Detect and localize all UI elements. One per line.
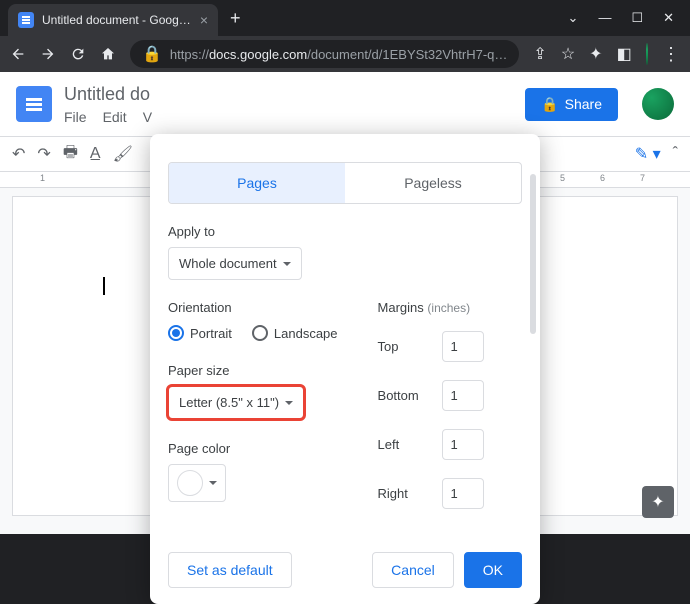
margin-left-label: Left bbox=[378, 437, 432, 452]
tab-pageless[interactable]: Pageless bbox=[345, 163, 521, 203]
window-close-icon[interactable]: ✕ bbox=[663, 10, 674, 26]
docs-favicon bbox=[18, 12, 34, 28]
window-dropdown-icon[interactable]: ⌄ bbox=[568, 10, 579, 26]
margin-bottom-label: Bottom bbox=[378, 388, 432, 403]
menu-file[interactable]: File bbox=[64, 109, 87, 125]
margin-bottom-input[interactable] bbox=[442, 380, 484, 411]
radio-portrait-label: Portrait bbox=[190, 326, 232, 341]
margins-label: Margins (inches) bbox=[378, 300, 522, 315]
document-title[interactable]: Untitled do bbox=[64, 84, 152, 105]
paint-format-icon[interactable]: 🖌 bbox=[113, 144, 133, 164]
ruler-mark: 1 bbox=[40, 173, 45, 183]
window-minimize-icon[interactable]: — bbox=[598, 10, 611, 26]
radio-unchecked-icon bbox=[252, 325, 268, 341]
tab-pages[interactable]: Pages bbox=[169, 163, 345, 203]
ok-button[interactable]: OK bbox=[464, 552, 522, 588]
text-cursor bbox=[103, 277, 105, 295]
docs-menubar: File Edit V bbox=[64, 109, 152, 125]
spellcheck-icon[interactable]: A̲ bbox=[90, 145, 101, 163]
bookmark-icon[interactable]: ☆ bbox=[561, 44, 575, 64]
margin-right-label: Right bbox=[378, 486, 432, 501]
tab-close-icon[interactable]: × bbox=[200, 12, 208, 28]
dialog-tabs: Pages Pageless bbox=[168, 162, 522, 204]
dialog-scrollbar[interactable] bbox=[530, 174, 536, 334]
redo-icon[interactable]: ↷ bbox=[37, 144, 50, 164]
apply-to-value: Whole document bbox=[179, 256, 277, 271]
extensions-icon[interactable]: ✦ bbox=[589, 44, 602, 64]
print-icon[interactable]: 🖶 bbox=[63, 141, 78, 168]
docs-app: Untitled do File Edit V 🔒 Share ↶ ↷ 🖶 A̲… bbox=[0, 72, 690, 534]
tab-title: Untitled document - Google Do… bbox=[42, 13, 192, 27]
editing-mode-icon[interactable]: ✎ ▾ bbox=[635, 144, 661, 164]
share-button[interactable]: 🔒 Share bbox=[525, 88, 618, 121]
explore-button[interactable]: ✦ bbox=[642, 486, 674, 518]
docs-logo-icon[interactable] bbox=[16, 86, 52, 122]
apply-to-select[interactable]: Whole document bbox=[168, 247, 302, 280]
ruler-mark: 6 bbox=[600, 173, 605, 183]
apply-to-label: Apply to bbox=[168, 224, 522, 239]
paper-size-label: Paper size bbox=[168, 363, 338, 378]
ruler-mark: 7 bbox=[640, 173, 645, 183]
browser-toolbar: 🔒 https://docs.google.com/document/d/1EB… bbox=[0, 36, 690, 72]
undo-icon[interactable]: ↶ bbox=[12, 144, 25, 164]
dialog-footer: Set as default Cancel OK bbox=[150, 538, 540, 588]
collapse-toolbar-icon[interactable]: ˆ bbox=[673, 145, 678, 163]
new-tab-button[interactable]: + bbox=[230, 8, 241, 29]
caret-down-icon bbox=[283, 262, 291, 266]
page-color-select[interactable] bbox=[168, 464, 226, 502]
address-bar[interactable]: 🔒 https://docs.google.com/document/d/1EB… bbox=[130, 40, 519, 68]
margin-right-input[interactable] bbox=[442, 478, 484, 509]
paper-size-select[interactable]: Letter (8.5" x 11") bbox=[168, 386, 304, 419]
url-text: https://docs.google.com/document/d/1EBYS… bbox=[170, 47, 507, 62]
reload-button[interactable] bbox=[70, 46, 86, 62]
profile-avatar[interactable] bbox=[646, 43, 648, 65]
radio-portrait[interactable]: Portrait bbox=[168, 325, 232, 341]
radio-landscape-label: Landscape bbox=[274, 326, 338, 341]
margin-top-label: Top bbox=[378, 339, 432, 354]
home-button[interactable] bbox=[100, 46, 116, 62]
window-controls: ⌄ — ☐ ✕ bbox=[568, 10, 690, 26]
account-avatar[interactable] bbox=[642, 88, 674, 120]
lock-icon: 🔒 bbox=[142, 44, 162, 64]
color-swatch-icon bbox=[177, 470, 203, 496]
sidepanel-icon[interactable]: ◧ bbox=[617, 44, 632, 64]
caret-down-icon bbox=[285, 401, 293, 405]
docs-header: Untitled do File Edit V 🔒 Share bbox=[0, 72, 690, 136]
forward-button[interactable] bbox=[40, 46, 56, 62]
share-label: Share bbox=[565, 96, 602, 112]
browser-titlebar: Untitled document - Google Do… × + ⌄ — ☐… bbox=[0, 0, 690, 36]
menu-view[interactable]: V bbox=[143, 109, 152, 125]
share-url-icon[interactable]: ⇪ bbox=[533, 44, 546, 64]
window-maximize-icon[interactable]: ☐ bbox=[631, 10, 643, 26]
lock-icon: 🔒 bbox=[541, 96, 558, 113]
browser-tab[interactable]: Untitled document - Google Do… × bbox=[8, 4, 218, 36]
set-as-default-button[interactable]: Set as default bbox=[168, 552, 292, 588]
menu-edit[interactable]: Edit bbox=[103, 109, 127, 125]
page-color-label: Page color bbox=[168, 441, 338, 456]
ruler-mark: 5 bbox=[560, 173, 565, 183]
cancel-button[interactable]: Cancel bbox=[372, 552, 454, 588]
radio-checked-icon bbox=[168, 325, 184, 341]
caret-down-icon bbox=[209, 481, 217, 485]
orientation-label: Orientation bbox=[168, 300, 338, 315]
margin-left-input[interactable] bbox=[442, 429, 484, 460]
back-button[interactable] bbox=[10, 46, 26, 62]
paper-size-value: Letter (8.5" x 11") bbox=[179, 395, 279, 410]
browser-menu-icon[interactable]: ⋮ bbox=[662, 44, 680, 65]
radio-landscape[interactable]: Landscape bbox=[252, 325, 338, 341]
margin-top-input[interactable] bbox=[442, 331, 484, 362]
